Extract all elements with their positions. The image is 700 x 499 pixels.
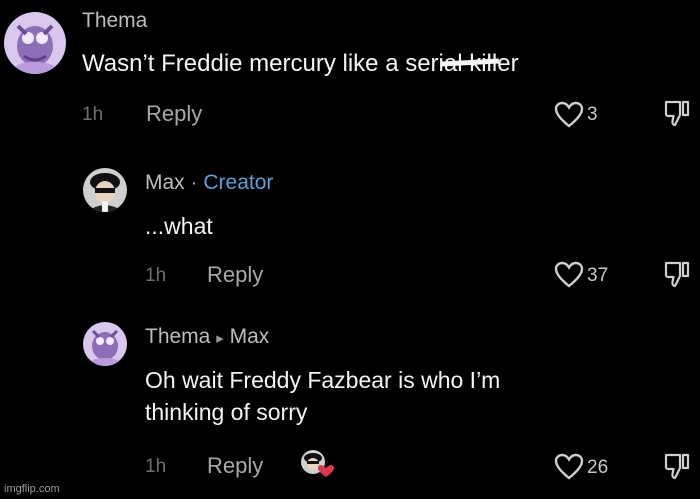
like-count: 37 [587, 265, 609, 286]
comment-text-line: thinking of sorry [145, 399, 308, 425]
like-count: 26 [587, 457, 609, 478]
avatar-thema[interactable] [4, 12, 66, 74]
comment-author[interactable]: Max [145, 171, 185, 194]
comment-text-line: Oh wait Freddy Fazbear is who I’m [145, 367, 501, 393]
avatar-max[interactable] [83, 168, 127, 212]
struck-text: al kill [441, 48, 500, 80]
thumbs-down-icon[interactable] [664, 452, 690, 480]
comment-author-line: Max · Creator [145, 171, 273, 195]
comment-text-start: Wasn’t Freddie mercury like a seri [82, 50, 444, 77]
heart-outline-icon[interactable] [554, 261, 584, 288]
avatar-thema[interactable] [83, 322, 127, 366]
reply-button[interactable]: Reply [207, 262, 263, 288]
comment-time: 1h [145, 265, 167, 286]
watermark: imgflip.com [4, 483, 60, 495]
like-count: 3 [587, 104, 598, 125]
reply-button[interactable]: Reply [146, 101, 202, 127]
thumbs-down-icon[interactable] [664, 99, 690, 127]
comment-author[interactable]: Thema [145, 325, 210, 348]
thumbs-down-icon[interactable] [664, 260, 690, 288]
creator-liked-heart-icon [300, 449, 334, 479]
comment-text: Oh wait Freddy Fazbear is who I’m thinki… [145, 364, 500, 428]
heart-outline-icon[interactable] [554, 101, 584, 128]
comment-time: 1h [145, 456, 167, 477]
comment-author-line: Thema ▸ Max [145, 325, 269, 349]
comment-text: ...what [145, 213, 213, 239]
comment-time: 1h [82, 104, 104, 125]
reply-arrow-icon: ▸ [216, 330, 224, 347]
comment-author[interactable]: Thema [82, 9, 147, 33]
comment-text-end: er [497, 50, 519, 77]
separator-dot: · [190, 171, 198, 194]
creator-badge: Creator [203, 171, 274, 194]
heart-outline-icon[interactable] [554, 453, 584, 480]
comment-text: Wasn’t Freddie mercury like a serial kil… [82, 48, 519, 80]
reply-to-user[interactable]: Max [230, 325, 270, 348]
reply-button[interactable]: Reply [207, 453, 263, 479]
